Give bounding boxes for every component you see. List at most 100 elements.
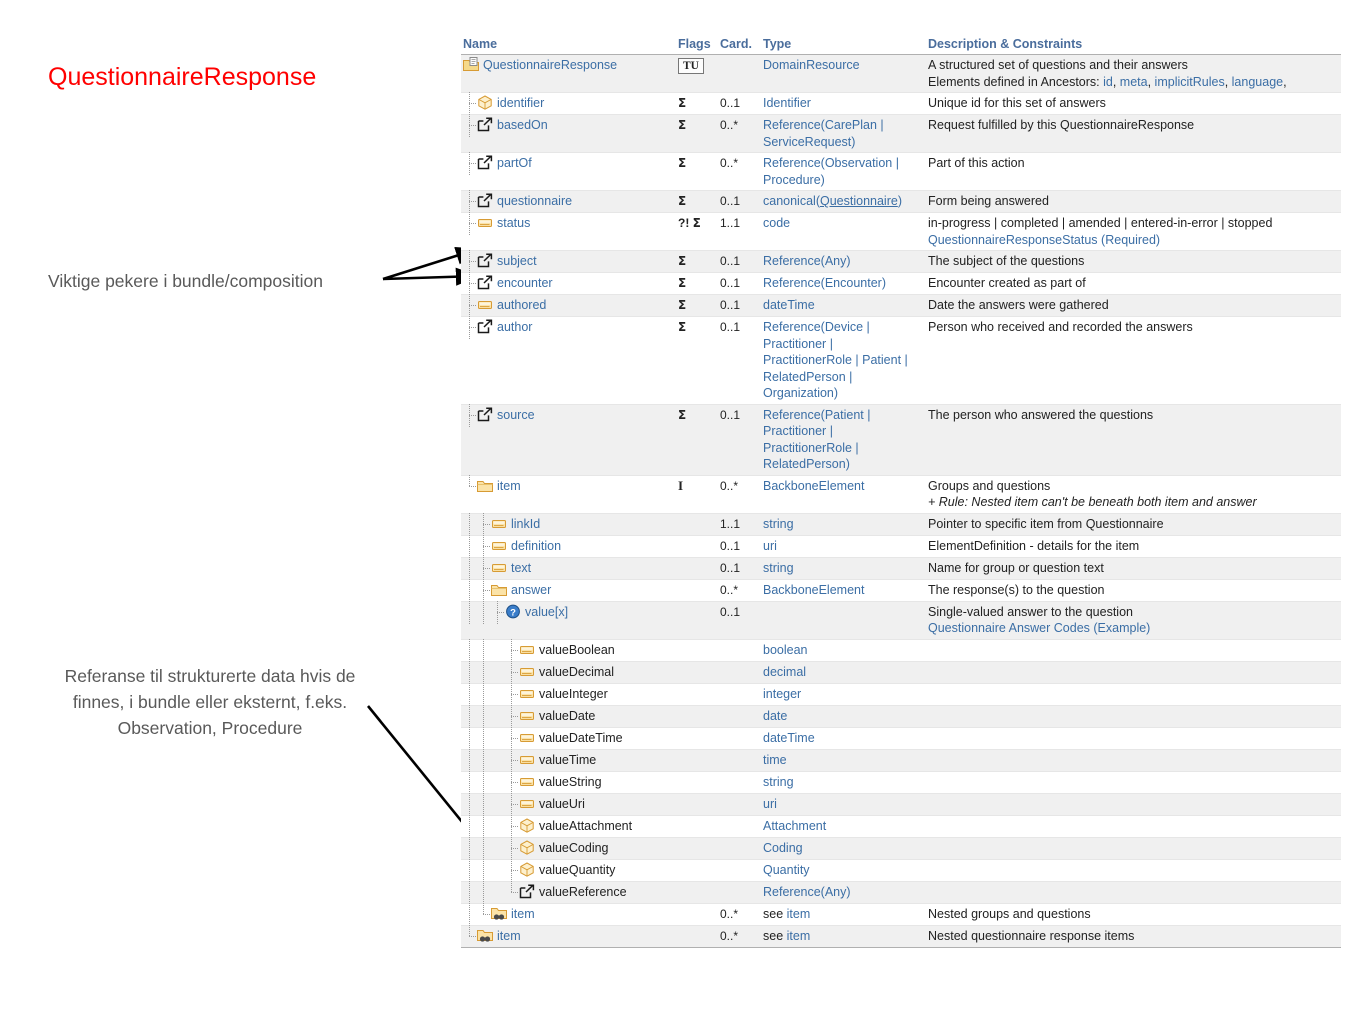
type-link[interactable]: Reference(CarePlan | ServiceRequest)	[763, 118, 884, 149]
element-name[interactable]: item	[497, 479, 521, 493]
element-type-cell[interactable]	[761, 601, 926, 640]
element-name-cell[interactable]: valueReference	[461, 880, 676, 904]
element-name-cell[interactable]: answer	[461, 578, 676, 602]
element-type-cell[interactable]: time	[761, 749, 926, 772]
binding-strength[interactable]: (Required)	[1101, 233, 1160, 247]
element-type-cell[interactable]: Reference(Encounter)	[761, 272, 926, 295]
type-link[interactable]: Reference(Device | Practitioner | Practi…	[763, 320, 908, 400]
type-link[interactable]: item	[787, 929, 811, 943]
type-link[interactable]: string	[763, 561, 794, 575]
element-type-cell[interactable]: decimal	[761, 661, 926, 684]
element-name-cell[interactable]: text	[461, 556, 676, 580]
table-row[interactable]: valueAttachment Attachment	[461, 814, 1341, 838]
type-link[interactable]: Attachment	[763, 819, 826, 833]
element-name[interactable]: value[x]	[525, 605, 568, 619]
type-link[interactable]: dateTime	[763, 298, 815, 312]
binding-link[interactable]: QuestionnaireResponseStatus	[928, 233, 1098, 247]
type-link[interactable]: uri	[763, 539, 777, 553]
element-type-cell[interactable]: Reference(Any)	[761, 881, 926, 904]
ancestor-element-link[interactable]: meta	[1120, 75, 1148, 89]
element-name-cell[interactable]: item	[461, 924, 676, 948]
type-link[interactable]: Quantity	[763, 863, 810, 877]
element-type-cell[interactable]: date	[761, 705, 926, 728]
element-name-cell[interactable]: valueTime	[461, 748, 676, 772]
element-type-cell[interactable]: Reference(Any)	[761, 250, 926, 273]
table-row[interactable]: encounter Σ 0..1 Reference(Encounter) Encoun…	[461, 272, 1341, 295]
element-type-cell[interactable]: code	[761, 212, 926, 251]
element-name-cell[interactable]: questionnaire	[461, 190, 676, 213]
type-link[interactable]: boolean	[763, 643, 808, 657]
table-row[interactable]: valueDecimal decimal	[461, 660, 1341, 684]
table-row[interactable]: status?! Σ 1..1 code in-progress | complete…	[461, 212, 1341, 251]
element-name-cell[interactable]: subject	[461, 250, 676, 273]
element-type-cell[interactable]: canonical(Questionnaire)	[761, 190, 926, 213]
element-name-cell[interactable]: item	[461, 474, 676, 514]
element-name-cell[interactable]: valueBoolean	[461, 638, 676, 662]
element-name-cell[interactable]: valueDecimal	[461, 660, 676, 684]
type-link[interactable]: Reference(Any)	[763, 254, 851, 268]
table-row[interactable]: item I 0..* BackboneElement Groups and quest…	[461, 474, 1341, 514]
type-link[interactable]: code	[763, 216, 790, 230]
type-link[interactable]: Reference(Patient | Practitioner | Pract…	[763, 408, 870, 472]
element-type-cell[interactable]: uri	[761, 535, 926, 558]
element-name-cell[interactable]: valueDateTime	[461, 726, 676, 750]
binding-link[interactable]: Questionnaire Answer Codes	[928, 621, 1090, 635]
table-row[interactable]: questionnaire Σ 0..1 canonical(Questionnair…	[461, 190, 1341, 213]
ancestor-element-link[interactable]: language	[1232, 75, 1283, 89]
type-link[interactable]: dateTime	[763, 731, 815, 745]
element-type-cell[interactable]: boolean	[761, 639, 926, 662]
element-type-cell[interactable]: Coding	[761, 837, 926, 860]
table-row[interactable]: valueInteger integer	[461, 682, 1341, 706]
ancestor-element-link[interactable]: implicitRules	[1155, 75, 1225, 89]
table-row[interactable]: authored Σ 0..1 dateTime Date the answers we…	[461, 294, 1341, 317]
element-type-cell[interactable]: Attachment	[761, 815, 926, 838]
element-type-cell[interactable]: Reference(Observation | Procedure)	[761, 152, 926, 191]
table-row[interactable]: QuestionnaireResponse TU DomainResource A s…	[461, 54, 1341, 93]
element-type-cell[interactable]: BackboneElement	[761, 475, 926, 514]
table-row[interactable]: subject Σ 0..1 Reference(Any) The subject of…	[461, 250, 1341, 273]
element-type-cell[interactable]: dateTime	[761, 294, 926, 317]
table-row[interactable]: linkId 1..1 string Pointer to specific item…	[461, 512, 1341, 536]
type-link[interactable]: BackboneElement	[763, 583, 864, 597]
element-name-cell[interactable]: item	[461, 902, 676, 926]
element-name[interactable]: item	[511, 907, 535, 921]
element-name-cell[interactable]: valueInteger	[461, 682, 676, 706]
element-name-cell[interactable]: source	[461, 403, 676, 476]
table-row[interactable]: valueDateTime dateTime	[461, 726, 1341, 750]
element-name-cell[interactable]: identifier	[461, 92, 676, 115]
type-link[interactable]: decimal	[763, 665, 806, 679]
table-row[interactable]: valueQuantity Quantity	[461, 858, 1341, 882]
element-type-cell[interactable]: integer	[761, 683, 926, 706]
type-link[interactable]: string	[763, 517, 794, 531]
type-link[interactable]: item	[787, 907, 811, 921]
table-row[interactable]: text 0..1 string Name for group or question…	[461, 556, 1341, 580]
element-name-cell[interactable]: QuestionnaireResponse	[461, 54, 676, 93]
element-name-cell[interactable]: status	[461, 212, 676, 251]
type-link[interactable]: BackboneElement	[763, 479, 864, 493]
table-row[interactable]: basedOn Σ 0..* Reference(CarePlan | Service…	[461, 114, 1341, 153]
element-name[interactable]: questionnaire	[497, 194, 572, 208]
table-row[interactable]: valueUri uri	[461, 792, 1341, 816]
element-type-cell[interactable]: string	[761, 557, 926, 580]
element-name-cell[interactable]: valueCoding	[461, 836, 676, 860]
element-type-cell[interactable]: see item	[761, 925, 926, 948]
element-name-cell[interactable]: encounter	[461, 272, 676, 295]
table-row[interactable]: valueBoolean boolean	[461, 638, 1341, 662]
element-type-cell[interactable]: Identifier	[761, 92, 926, 115]
type-link[interactable]: Reference(Observation | Procedure)	[763, 156, 899, 187]
element-name[interactable]: identifier	[497, 96, 544, 110]
element-name[interactable]: item	[497, 929, 521, 943]
ancestor-element-link[interactable]: id	[1103, 75, 1113, 89]
table-row[interactable]: valueString string	[461, 770, 1341, 794]
table-row[interactable]: valueCoding Coding	[461, 836, 1341, 860]
table-row[interactable]: source Σ 0..1 Reference(Patient | Practitio…	[461, 403, 1341, 476]
element-type-cell[interactable]: string	[761, 771, 926, 794]
type-link[interactable]: uri	[763, 797, 777, 811]
type-link[interactable]: date	[763, 709, 787, 723]
element-name[interactable]: basedOn	[497, 118, 548, 132]
table-row[interactable]: partOf Σ 0..* Reference(Observation | Proce…	[461, 152, 1341, 191]
element-name[interactable]: definition	[511, 539, 561, 553]
element-name[interactable]: subject	[497, 254, 537, 268]
type-link[interactable]: Coding	[763, 841, 803, 855]
element-name-cell[interactable]: partOf	[461, 152, 676, 191]
